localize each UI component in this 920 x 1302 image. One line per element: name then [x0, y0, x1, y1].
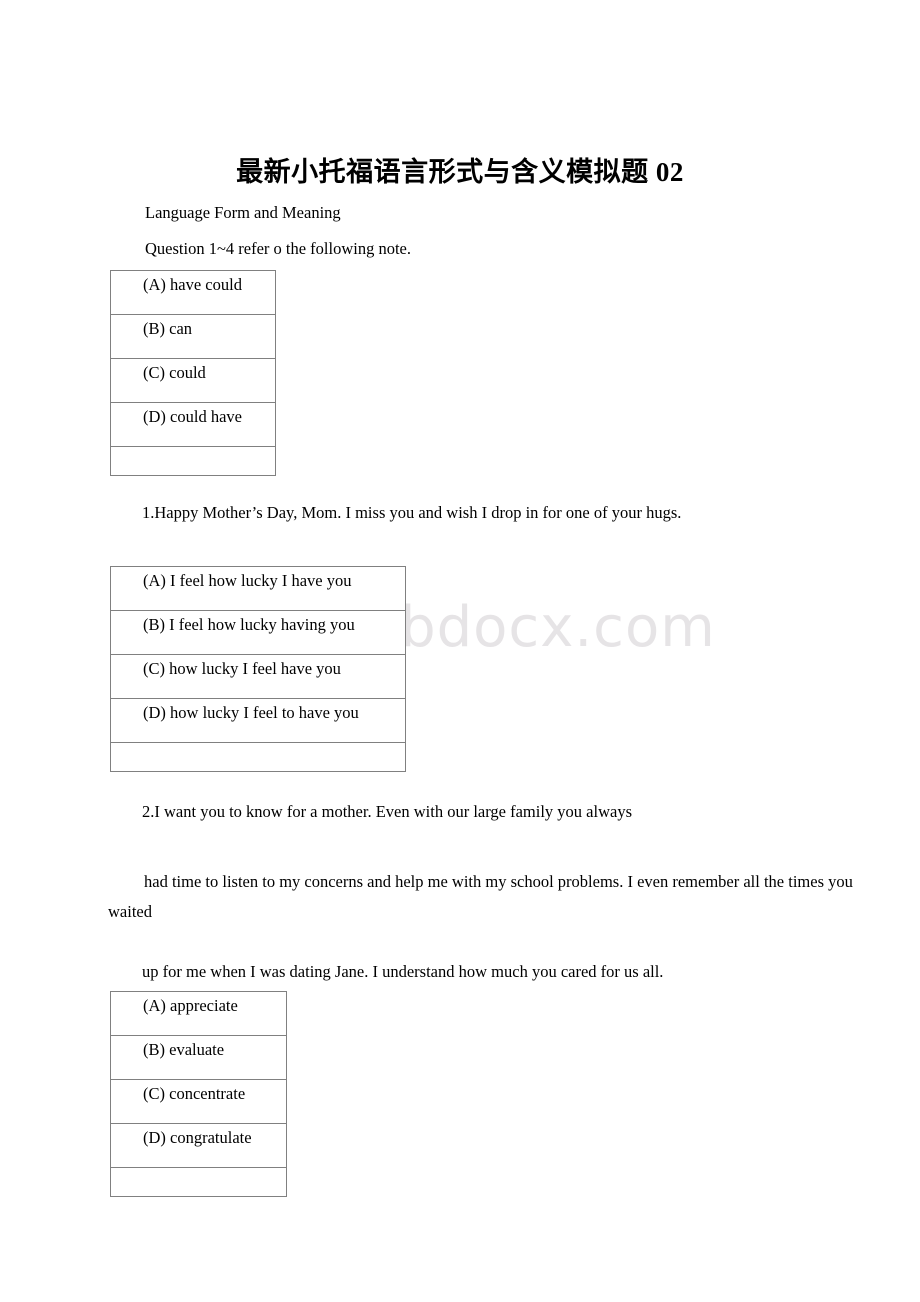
- table-row[interactable]: (D) could have: [110, 402, 276, 447]
- option-d[interactable]: (D) how lucky I feel to have you: [110, 698, 406, 743]
- document-page: www.bdocx.com 最新小托福语言形式与含义模拟题 02 Languag…: [0, 0, 920, 1302]
- option-d[interactable]: (D) could have: [110, 402, 276, 447]
- table-row[interactable]: (D) how lucky I feel to have you: [110, 698, 406, 743]
- table-row: [110, 446, 276, 476]
- option-a[interactable]: (A) I feel how lucky I have you: [110, 566, 406, 611]
- option-c[interactable]: (C) could: [110, 358, 276, 403]
- table-row[interactable]: (D) congratulate: [110, 1123, 287, 1168]
- option-c[interactable]: (C) how lucky I feel have you: [110, 654, 406, 699]
- table-row[interactable]: (B) I feel how lucky having you: [110, 610, 406, 655]
- answer-options-table-1: (A) have could (B) can (C) could (D) cou…: [110, 270, 276, 476]
- table-row[interactable]: (C) could: [110, 358, 276, 403]
- option-c[interactable]: (C) concentrate: [110, 1079, 287, 1124]
- table-row: [110, 1167, 287, 1197]
- question-2-stem-line-1: 2.I want you to know for a mother. Even …: [142, 802, 633, 821]
- table-row[interactable]: (C) concentrate: [110, 1079, 287, 1124]
- option-b[interactable]: (B) I feel how lucky having you: [110, 610, 406, 655]
- option-a[interactable]: (A) have could: [110, 270, 276, 315]
- page-title: 最新小托福语言形式与含义模拟题 02: [236, 157, 684, 188]
- question-2-stem-line-3: up for me when I was dating Jane. I unde…: [142, 962, 664, 981]
- question-1-stem: 1.Happy Mother’s Day, Mom. I miss you an…: [142, 503, 682, 522]
- question-2-stem-line-2: had time to listen to my concerns and he…: [108, 872, 853, 921]
- answer-options-table-2: (A) I feel how lucky I have you (B) I fe…: [110, 566, 406, 772]
- table-row[interactable]: (A) have could: [110, 270, 276, 315]
- option-b[interactable]: (B) evaluate: [110, 1035, 287, 1080]
- answer-options-table-3: (A) appreciate (B) evaluate (C) concentr…: [110, 991, 287, 1197]
- option-d[interactable]: (D) congratulate: [110, 1123, 287, 1168]
- instruction-text: Question 1~4 refer o the following note.: [145, 239, 411, 258]
- table-row[interactable]: (A) appreciate: [110, 991, 287, 1036]
- table-row[interactable]: (C) how lucky I feel have you: [110, 654, 406, 699]
- table-row[interactable]: (B) can: [110, 314, 276, 359]
- option-blank: [110, 1167, 287, 1197]
- option-blank: [110, 446, 276, 476]
- option-blank: [110, 742, 406, 772]
- table-row[interactable]: (A) I feel how lucky I have you: [110, 566, 406, 611]
- option-b[interactable]: (B) can: [110, 314, 276, 359]
- table-row[interactable]: (B) evaluate: [110, 1035, 287, 1080]
- option-a[interactable]: (A) appreciate: [110, 991, 287, 1036]
- section-heading-language-form-and-meaning: Language Form and Meaning: [145, 203, 341, 222]
- table-row: [110, 742, 406, 772]
